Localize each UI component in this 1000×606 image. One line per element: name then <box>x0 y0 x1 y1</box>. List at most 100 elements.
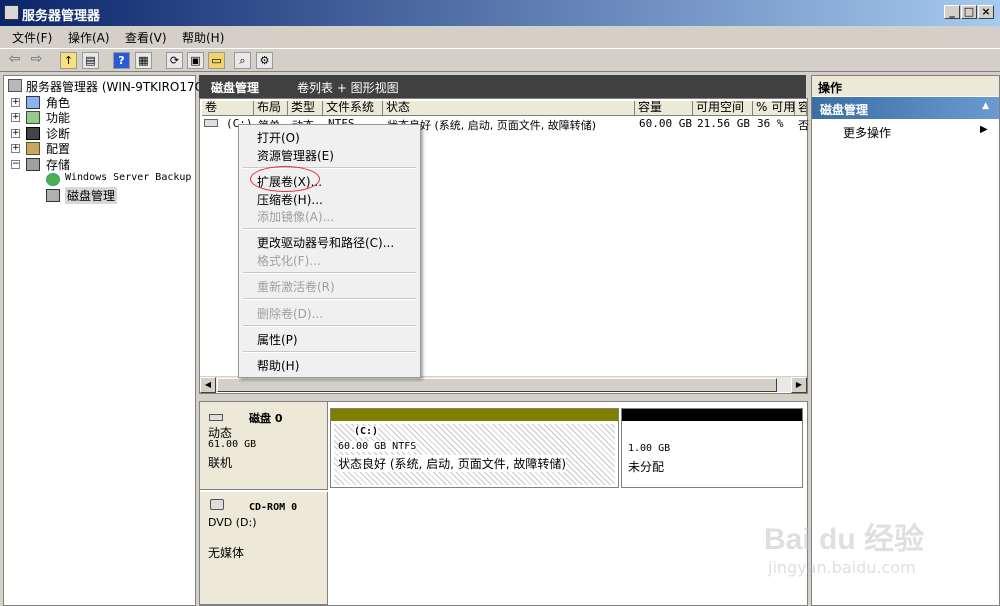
toolbar: ⇦ ⇨ ↑ ▤ ? ▦ ⟳ ▣ ▭ ⌕ ⚙ <box>0 48 1000 72</box>
watermark-url: jingyan.baidu.com <box>768 558 916 577</box>
menu-item-shrink-volume[interactable]: 压缩卷(H)... <box>257 191 323 208</box>
disk-0-name: 磁盘 0 <box>249 412 283 425</box>
disk-0-header[interactable]: 磁盘 0 动态 61.00 GB 联机 <box>200 402 328 490</box>
menu-separator <box>243 325 416 327</box>
tree-item-configuration[interactable]: 配置 <box>46 140 70 157</box>
window-title: 服务器管理器 <box>22 9 101 24</box>
menu-separator <box>243 298 416 300</box>
cdrom-0-state: 无媒体 <box>208 546 245 560</box>
menu-bar: 文件(F) 操作(A) 查看(V) 帮助(H) <box>0 26 1000 48</box>
tree-item-windows-server-backup[interactable]: Windows Server Backup <box>65 172 191 183</box>
column-type[interactable]: 类型 <box>288 101 323 116</box>
expand-diagnostics-icon[interactable]: + <box>11 129 20 138</box>
cell-fault-tolerance: 否 <box>798 119 809 132</box>
storage-icon <box>26 158 40 171</box>
partition-c-size: 60.00 GB NTFS <box>338 441 417 452</box>
center-title: 磁盘管理 <box>211 81 260 95</box>
cdrom-icon <box>210 499 224 510</box>
expand-roles-icon[interactable]: + <box>11 98 20 107</box>
scroll-right-icon[interactable]: ▶ <box>791 377 807 393</box>
scroll-left-icon[interactable]: ◀ <box>200 377 216 393</box>
close-button[interactable]: × <box>978 5 994 19</box>
context-menu: 打开(O) 资源管理器(E) 扩展卷(X)... 压缩卷(H)... 添加镜像(… <box>238 124 421 378</box>
diagnostics-icon <box>26 127 40 140</box>
expand-features-icon[interactable]: + <box>11 113 20 122</box>
forward-icon[interactable]: ⇨ <box>28 52 45 69</box>
center-header: 磁盘管理 卷列表 + 图形视图 <box>199 75 806 98</box>
disk-0-size: 61.00 GB <box>208 439 257 450</box>
tree-root[interactable]: 服务器管理器 (WIN-9TKIRO17QM <box>26 78 214 95</box>
disk-graphical-view: 磁盘 0 动态 61.00 GB 联机 (C:) 60.00 GB NTFS 状… <box>199 401 808 606</box>
title-bar: 服务器管理器 _ □ × <box>0 0 1000 26</box>
disk-management-icon <box>46 189 60 202</box>
menu-view[interactable]: 查看(V) <box>125 29 167 46</box>
column-layout[interactable]: 布局 <box>254 101 288 116</box>
column-status[interactable]: 状态 <box>383 101 635 116</box>
menu-item-format: 格式化(F)... <box>257 254 321 268</box>
column-filesystem[interactable]: 文件系统 <box>323 101 383 116</box>
search-icon[interactable]: ⌕ <box>234 52 251 69</box>
partition-c-bar <box>331 409 618 421</box>
actions-header: 操作 <box>812 76 999 96</box>
column-fault-tolerance[interactable]: 容 <box>795 101 807 116</box>
maximize-button[interactable]: □ <box>961 5 977 19</box>
partition-unallocated-size: 1.00 GB <box>628 443 671 454</box>
server-manager-icon <box>4 5 19 20</box>
more-actions-link[interactable]: 更多操作 <box>843 124 891 141</box>
menu-item-add-mirror: 添加镜像(A)... <box>257 210 335 224</box>
menu-file[interactable]: 文件(F) <box>12 29 52 46</box>
open-icon[interactable]: ▭ <box>208 52 225 69</box>
view-mode-label: 卷列表 + 图形视图 <box>297 81 399 95</box>
annotation-circle <box>250 166 320 192</box>
cell-percent-free: 36 % <box>757 117 784 130</box>
column-volume[interactable]: 卷 <box>202 101 254 116</box>
drive-icon <box>204 119 218 127</box>
partition-unallocated[interactable]: 1.00 GB 未分配 <box>621 408 803 488</box>
collapse-icon[interactable]: ▲ <box>982 101 989 111</box>
disk-icon <box>209 414 223 421</box>
properties-icon[interactable]: ▦ <box>135 52 152 69</box>
menu-item-reactivate-volume: 重新激活卷(R) <box>257 280 335 294</box>
partition-unallocated-bar <box>622 409 802 421</box>
minimize-button[interactable]: _ <box>944 5 960 19</box>
scroll-thumb[interactable] <box>217 378 777 392</box>
partition-c[interactable]: (C:) 60.00 GB NTFS 状态良好 (系统, 启动, 页面文件, 故… <box>330 408 619 488</box>
menu-item-open[interactable]: 打开(O) <box>257 129 300 146</box>
partition-c-status: 状态良好 (系统, 启动, 页面文件, 故障转储) <box>338 455 567 472</box>
cdrom-0-header[interactable]: CD-ROM 0 DVD (D:) 无媒体 <box>200 492 328 605</box>
menu-action[interactable]: 操作(A) <box>68 29 110 46</box>
column-capacity[interactable]: 容量 <box>635 101 693 116</box>
collapse-storage-icon[interactable]: − <box>11 160 20 169</box>
cell-capacity: 60.00 GB <box>639 117 692 130</box>
cdrom-0-name: CD-ROM 0 <box>249 502 298 513</box>
disk-0-state: 联机 <box>208 456 233 470</box>
backup-icon <box>46 173 60 186</box>
menu-item-properties[interactable]: 属性(P) <box>257 331 298 348</box>
configuration-icon <box>26 142 40 155</box>
refresh-icon[interactable]: ⟳ <box>166 52 183 69</box>
settings-icon[interactable]: ⚙ <box>256 52 273 69</box>
menu-item-help[interactable]: 帮助(H) <box>257 357 299 374</box>
tree-item-storage[interactable]: 存储 <box>46 156 70 173</box>
connect-icon[interactable]: ▣ <box>187 52 204 69</box>
column-free-space[interactable]: 可用空间 <box>693 101 753 116</box>
watermark-logo: Bai du 经验 <box>764 523 925 556</box>
actions-section-disk-management[interactable]: 磁盘管理 ▲ <box>812 97 999 119</box>
menu-help[interactable]: 帮助(H) <box>182 29 224 46</box>
cell-free-space: 21.56 GB <box>697 117 750 130</box>
menu-item-change-drive-letter[interactable]: 更改驱动器号和路径(C)... <box>257 234 394 251</box>
tree-item-disk-management[interactable]: 磁盘管理 <box>65 187 118 204</box>
help-icon[interactable]: ? <box>113 52 130 69</box>
cdrom-0-type: DVD (D:) <box>208 516 257 529</box>
menu-item-explorer[interactable]: 资源管理器(E) <box>257 147 334 164</box>
baidu-watermark: Bai du 经验 jingyan.baidu.com <box>764 496 964 586</box>
column-percent-free[interactable]: % 可用 <box>753 101 795 116</box>
up-icon[interactable]: ↑ <box>60 52 77 69</box>
menu-item-delete-volume: 删除卷(D)... <box>257 307 324 321</box>
show-hide-tree-icon[interactable]: ▤ <box>82 52 99 69</box>
expand-configuration-icon[interactable]: + <box>11 144 20 153</box>
features-icon <box>26 111 40 124</box>
horizontal-scrollbar[interactable]: ◀ ▶ <box>200 376 807 393</box>
back-icon[interactable]: ⇦ <box>6 52 23 69</box>
tree-item-features[interactable]: 功能 <box>46 109 70 126</box>
